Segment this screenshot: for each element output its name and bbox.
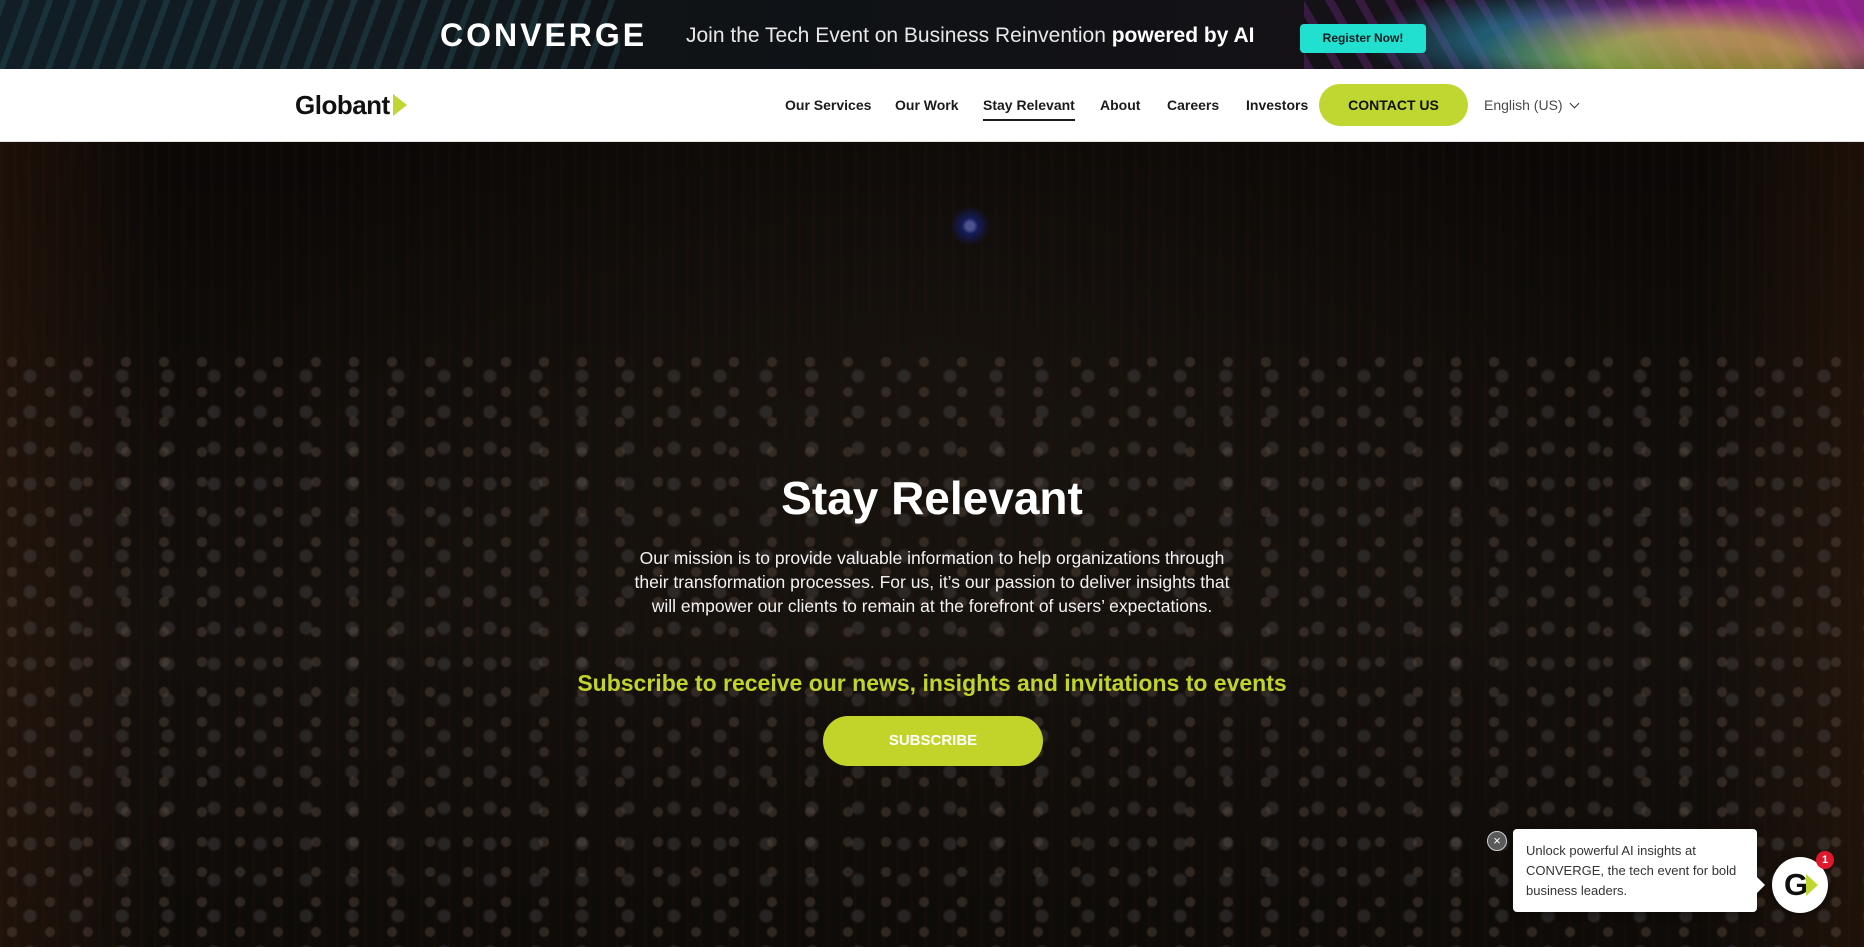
language-selector[interactable]: English (US) xyxy=(1484,93,1580,117)
chat-launcher-letter: G xyxy=(1784,867,1809,902)
promo-banner[interactable]: CONVERGE Join the Tech Event on Business… xyxy=(0,0,1864,69)
promo-tagline: Join the Tech Event on Business Reinvent… xyxy=(686,24,1254,48)
page-title: Stay Relevant xyxy=(781,472,1083,524)
brand-arrow-icon xyxy=(392,94,407,116)
chat-message-bubble[interactable]: Unlock powerful AI insights at CONVERGE,… xyxy=(1513,829,1765,912)
mission-description: Our mission is to provide valuable infor… xyxy=(634,548,1230,616)
register-now-button[interactable]: Register Now! xyxy=(1300,24,1426,53)
notification-badge: 1 xyxy=(1816,851,1834,869)
promo-tagline-text: Join the Tech Event on Business Reinvent… xyxy=(686,24,1112,47)
hero-overlay xyxy=(0,142,1864,947)
globant-logo[interactable]: Globant xyxy=(295,87,407,123)
nav-careers[interactable]: Careers xyxy=(1167,93,1219,117)
promo-tagline-bold: powered by AI xyxy=(1111,24,1255,47)
chevron-down-icon xyxy=(1569,98,1580,108)
nav-our-services[interactable]: Our Services xyxy=(785,93,871,117)
nav-stay-relevant[interactable]: Stay Relevant xyxy=(983,93,1075,121)
chat-message: Unlock powerful AI insights at CONVERGE,… xyxy=(1526,843,1737,898)
nav-investors[interactable]: Investors xyxy=(1246,93,1308,117)
hero-section: Stay Relevant Our mission is to provide … xyxy=(0,142,1864,947)
nav-our-work[interactable]: Our Work xyxy=(895,93,959,117)
brand-name: Globant xyxy=(295,89,390,120)
site-header: Globant Our Services Our Work Stay Relev… xyxy=(0,69,1864,142)
chat-bubble-tail xyxy=(1757,877,1765,893)
subscribe-prompt: Subscribe to receive our news, insights … xyxy=(577,670,1287,696)
language-label: English (US) xyxy=(1484,97,1563,113)
contact-us-button[interactable]: CONTACT US xyxy=(1319,84,1468,126)
converge-logo: CONVERGE xyxy=(440,17,648,53)
globant-arrow-icon xyxy=(1806,874,1818,896)
nav-about[interactable]: About xyxy=(1100,93,1140,117)
subscribe-button[interactable]: SUBSCRIBE xyxy=(823,716,1043,766)
chat-close-icon[interactable]: × xyxy=(1487,831,1507,851)
